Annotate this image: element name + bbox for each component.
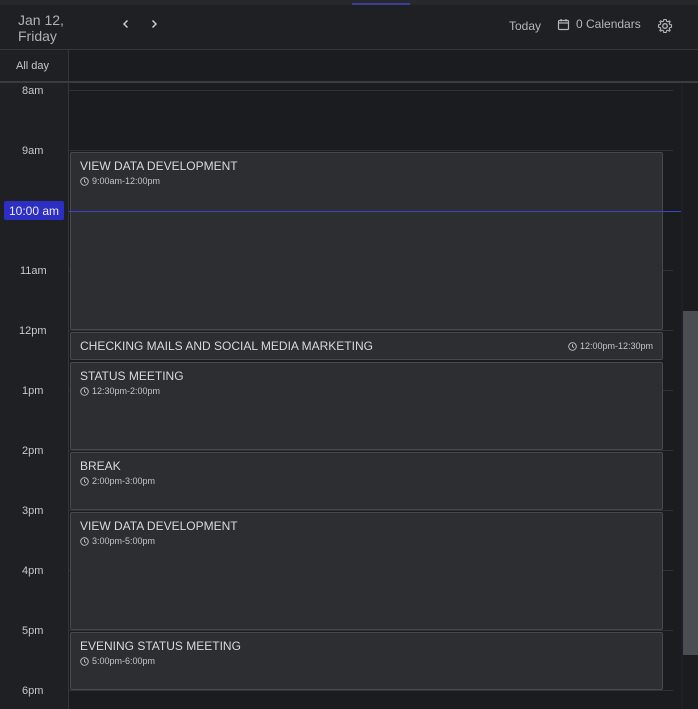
date-line-2: Friday	[18, 28, 57, 44]
event-time-text: 5:00pm-6:00pm	[92, 656, 156, 666]
event-title: EVENING STATUS MEETING	[80, 639, 241, 653]
hour-line	[69, 150, 673, 151]
event-card[interactable]: STATUS MEETING 12:30pm-2:00pm	[70, 362, 663, 450]
event-card[interactable]: CHECKING MAILS AND SOCIAL MEDIA MARKETIN…	[70, 332, 663, 360]
event-time: 9:00am-12:00pm	[80, 176, 160, 186]
gear-icon	[657, 18, 673, 34]
settings-button[interactable]	[657, 18, 673, 34]
hour-label: 12pm	[19, 325, 47, 337]
event-time: 12:30pm-2:00pm	[80, 386, 160, 396]
hour-label: 6pm	[22, 685, 44, 697]
current-date: Jan 12, Friday	[18, 12, 64, 44]
event-time-text: 12:30pm-2:00pm	[92, 386, 161, 396]
day-grid: 8am 9am 11am 12pm 1pm 2pm 3pm 4pm 5pm 6p…	[0, 83, 698, 709]
clock-icon	[80, 386, 89, 396]
event-time: 2:00pm-3:00pm	[80, 476, 155, 486]
event-time-text: 3:00pm-5:00pm	[92, 536, 156, 546]
next-day-button[interactable]	[144, 14, 164, 34]
event-title: STATUS MEETING	[80, 369, 184, 383]
clock-icon	[80, 476, 89, 486]
all-day-label: All day	[16, 60, 50, 72]
current-time-line	[69, 211, 681, 212]
event-card[interactable]: VIEW DATA DEVELOPMENT 9:00am-12:00pm	[70, 152, 663, 330]
hour-line	[69, 330, 673, 331]
hour-line	[69, 510, 673, 511]
hour-line	[69, 630, 673, 631]
calendars-button[interactable]: 0 Calendars	[557, 17, 641, 31]
prev-day-button[interactable]	[116, 14, 136, 34]
event-time: 12:00pm-12:30pm	[568, 341, 653, 351]
event-title: VIEW DATA DEVELOPMENT	[80, 159, 238, 173]
hour-label: 9am	[22, 145, 44, 157]
clock-icon	[80, 656, 89, 666]
clock-icon	[80, 176, 89, 186]
event-card[interactable]: BREAK 2:00pm-3:00pm	[70, 452, 663, 510]
hour-line	[69, 90, 673, 91]
today-button[interactable]: Today	[509, 19, 541, 33]
date-line-1: Jan 12,	[18, 12, 64, 28]
hour-label: 11am	[20, 265, 47, 277]
scrollbar-thumb[interactable]	[683, 311, 698, 655]
event-time-text: 9:00am-12:00pm	[92, 176, 161, 186]
hour-line	[69, 690, 673, 691]
hour-label: 3pm	[22, 505, 44, 517]
event-title: BREAK	[80, 459, 121, 473]
event-card[interactable]: VIEW DATA DEVELOPMENT 3:00pm-5:00pm	[70, 512, 663, 630]
event-card[interactable]: EVENING STATUS MEETING 5:00pm-6:00pm	[70, 632, 663, 690]
event-title: VIEW DATA DEVELOPMENT	[80, 519, 238, 533]
event-time-text: 12:00pm-12:30pm	[579, 341, 653, 351]
clock-icon	[80, 536, 89, 546]
clock-icon	[568, 341, 577, 351]
event-title: CHECKING MAILS AND SOCIAL MEDIA MARKETIN…	[80, 339, 373, 353]
all-day-row: All day	[0, 50, 698, 83]
hour-label: 2pm	[22, 445, 44, 457]
calendar-header: Jan 12, Friday Today 0 Calendars	[0, 5, 698, 50]
current-time-badge: 10:00 am	[4, 201, 64, 220]
hour-label: 5pm	[22, 625, 44, 637]
event-time: 5:00pm-6:00pm	[80, 656, 155, 666]
chevron-left-icon	[122, 19, 129, 29]
calendar-icon	[557, 18, 570, 30]
hour-line	[69, 450, 673, 451]
event-time: 3:00pm-5:00pm	[80, 536, 155, 546]
calendars-label: 0 Calendars	[576, 17, 641, 31]
all-day-slot[interactable]	[69, 50, 698, 81]
event-time-text: 2:00pm-3:00pm	[92, 476, 156, 486]
hour-label: 8am	[22, 85, 44, 97]
hour-label: 4pm	[22, 565, 44, 577]
chevron-right-icon	[151, 19, 158, 29]
hour-label: 1pm	[22, 385, 44, 397]
